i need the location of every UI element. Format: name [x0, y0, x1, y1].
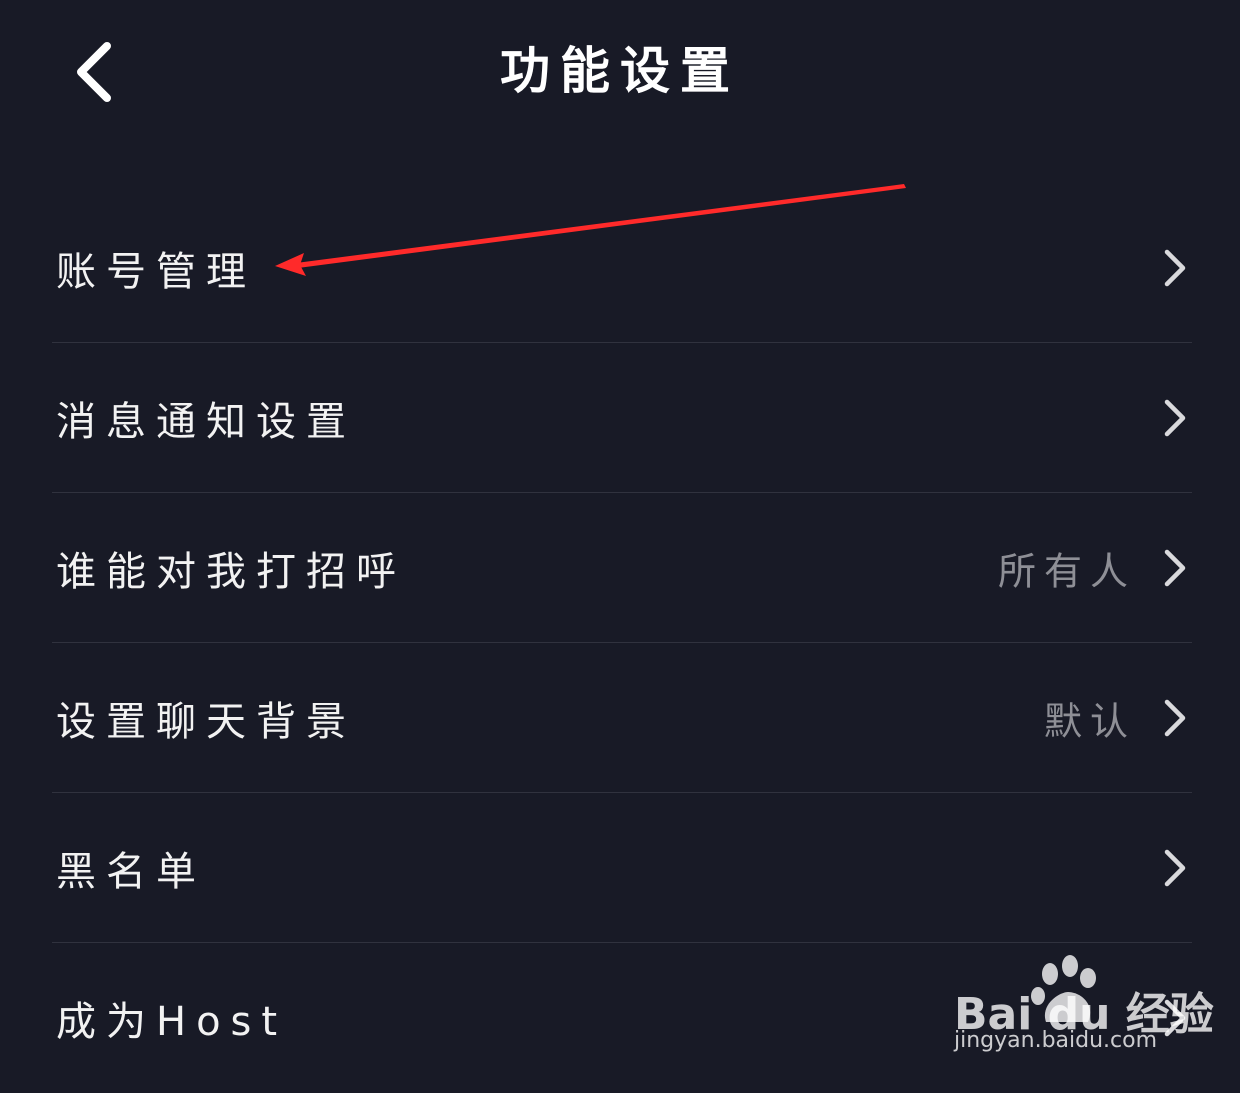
settings-item-value: 默认 [1043, 699, 1136, 744]
settings-item-label: 谁能对我打招呼 [56, 549, 406, 595]
top-bar: 功能设置 [0, 0, 1240, 150]
chevron-right-icon [1164, 549, 1186, 587]
settings-list: 账号管理 消息通知设置 谁能对我打招呼 所有人 设置聊天背景 默认 黑名单 成为… [0, 193, 1240, 1093]
settings-item-label: 成为Host [56, 999, 288, 1045]
settings-item-blacklist[interactable]: 黑名单 [0, 793, 1240, 943]
chevron-right-icon [1164, 699, 1186, 737]
settings-item-label: 黑名单 [56, 849, 206, 895]
chevron-right-icon [1164, 399, 1186, 437]
settings-item-notification-settings[interactable]: 消息通知设置 [0, 343, 1240, 493]
page-title: 功能设置 [500, 42, 740, 100]
settings-item-label: 设置聊天背景 [56, 699, 356, 745]
settings-item-account-management[interactable]: 账号管理 [0, 193, 1240, 343]
settings-item-value: 所有人 [997, 549, 1136, 594]
settings-item-who-can-greet[interactable]: 谁能对我打招呼 所有人 [0, 493, 1240, 643]
settings-item-become-host[interactable]: 成为Host [0, 943, 1240, 1093]
chevron-right-icon [1164, 999, 1186, 1037]
settings-item-chat-background[interactable]: 设置聊天背景 默认 [0, 643, 1240, 793]
chevron-right-icon [1164, 849, 1186, 887]
settings-item-label: 消息通知设置 [56, 399, 356, 445]
chevron-right-icon [1164, 249, 1186, 287]
settings-item-label: 账号管理 [56, 249, 256, 295]
